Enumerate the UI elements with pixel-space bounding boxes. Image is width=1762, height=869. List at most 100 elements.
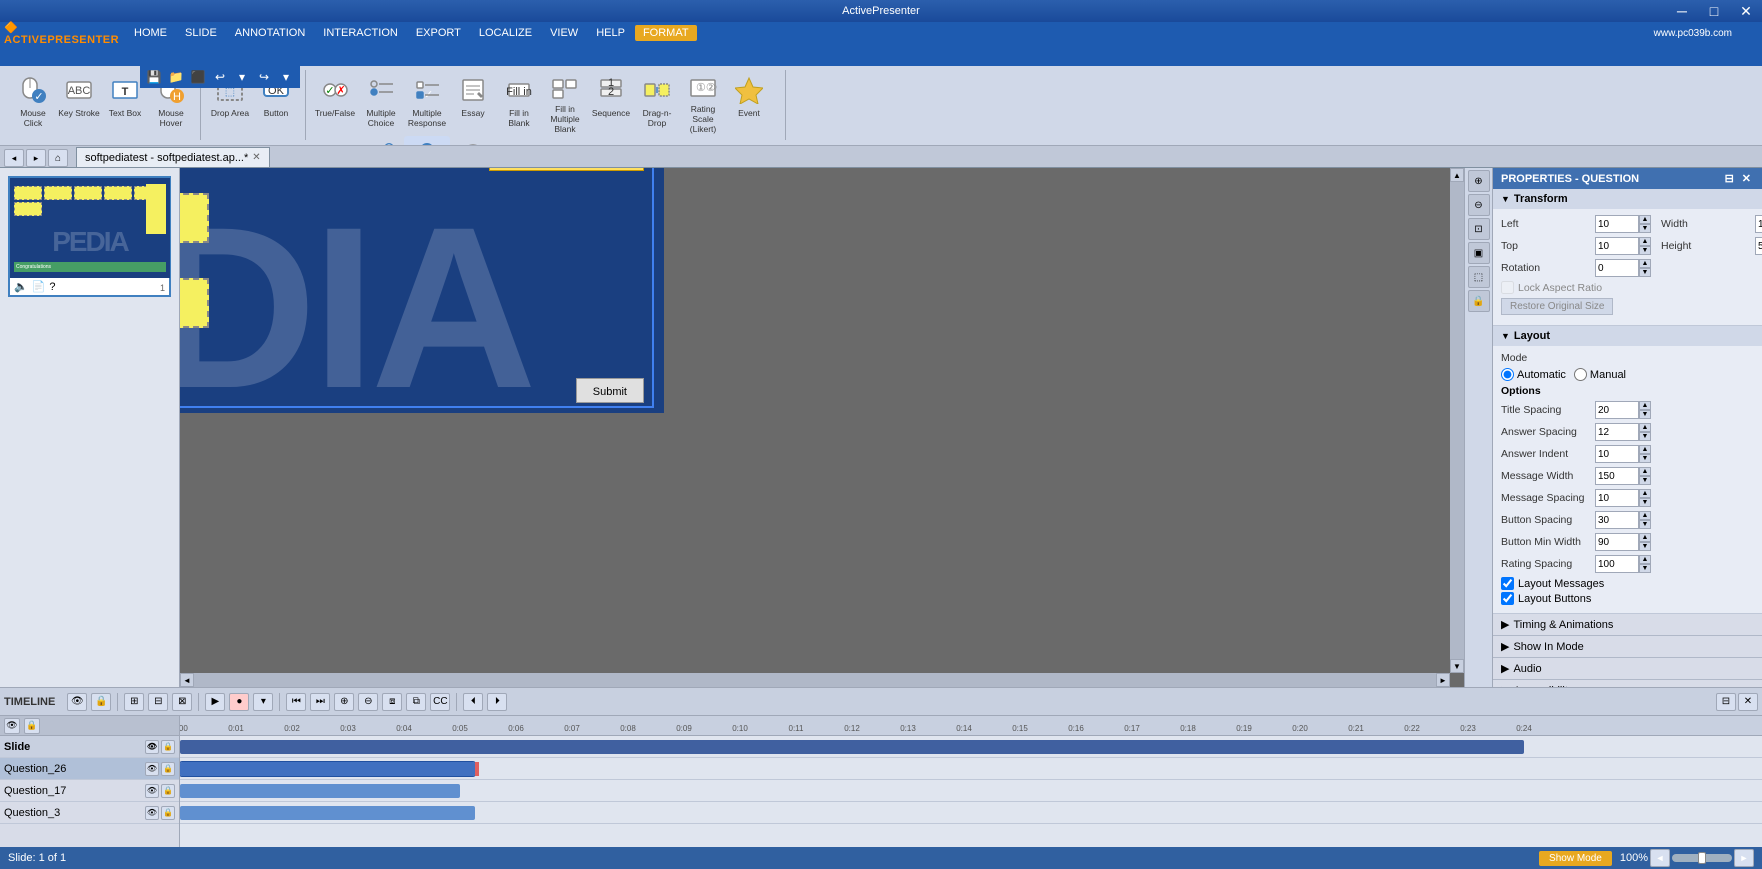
file-tab-close[interactable]: ✕ (252, 152, 260, 163)
tl-next-button[interactable]: ⏭ (310, 693, 330, 711)
left-input[interactable] (1595, 215, 1639, 233)
manual-option[interactable]: Manual (1574, 368, 1626, 381)
tl-fit-button[interactable]: ⊠ (172, 693, 192, 711)
tl-back-button[interactable]: ⏴ (463, 693, 483, 711)
tl-remove-button[interactable]: ⊖ (358, 693, 378, 711)
tl-caption-button[interactable]: CC (430, 693, 450, 711)
lock-aspect-checkbox[interactable] (1501, 281, 1514, 294)
menu-localize[interactable]: LOCALIZE (471, 25, 540, 41)
question-answer-tool[interactable]: ?✓ Question Answer (404, 136, 450, 146)
multiple-response-tool[interactable]: ✓ Multiple Response (404, 70, 450, 136)
zoom-out-button[interactable]: ⊖ (1468, 194, 1490, 216)
rotation-up[interactable]: ▲ (1639, 259, 1651, 268)
tl-eye-all[interactable]: 👁 (4, 718, 20, 734)
top-input[interactable] (1595, 237, 1639, 255)
audio-section[interactable]: ▶ Audio (1493, 658, 1762, 680)
bs-up[interactable]: ▲ (1639, 511, 1651, 520)
open-button[interactable]: 📁 (166, 68, 186, 86)
as-up[interactable]: ▲ (1639, 423, 1651, 432)
manual-radio[interactable] (1574, 368, 1587, 381)
top-down[interactable]: ▼ (1639, 246, 1651, 255)
canvas-scroll-h[interactable]: ◄ ► (180, 673, 1450, 687)
zoom-in-button[interactable]: ⊕ (1468, 170, 1490, 192)
show-in-mode-section[interactable]: ▶ Show In Mode (1493, 636, 1762, 658)
bmw-down[interactable]: ▼ (1639, 542, 1651, 551)
ai-down[interactable]: ▼ (1639, 454, 1651, 463)
view-button[interactable]: ▣ (1468, 242, 1490, 264)
fill-multiple-tool[interactable]: Fill in Multiple Blank (542, 70, 588, 136)
tab-next-button[interactable]: ▸ (26, 149, 46, 167)
pin-float-button[interactable]: ⊟ (1722, 172, 1737, 185)
tl-lock-button[interactable]: 🔒 (91, 693, 111, 711)
scroll-left-button[interactable]: ◄ (180, 673, 194, 687)
tl-close-button[interactable]: ✕ (1738, 693, 1758, 711)
tl-q26-bar[interactable] (180, 762, 475, 776)
automatic-radio[interactable] (1501, 368, 1514, 381)
rs-up[interactable]: ▲ (1639, 555, 1651, 564)
ms-up[interactable]: ▲ (1639, 489, 1651, 498)
tl-lock-all[interactable]: 🔒 (24, 718, 40, 734)
message-tool[interactable]: Message (312, 136, 358, 146)
title-spacing-input[interactable] (1595, 401, 1639, 419)
rotation-input[interactable] (1595, 259, 1639, 277)
menu-help[interactable]: HELP (588, 25, 633, 41)
fit-button[interactable]: ⊡ (1468, 218, 1490, 240)
menu-view[interactable]: VIEW (542, 25, 586, 41)
tl-track-q26[interactable]: Question_26 👁 🔒 (0, 758, 179, 780)
undo-button[interactable]: ↩ (210, 68, 230, 86)
scroll-right-button[interactable]: ► (1436, 673, 1450, 687)
timeline-ruler[interactable]: 0:00 0:01 0:02 0:03 0:04 0:05 0:06 0:07 … (180, 716, 1762, 847)
tl-record-dropdown[interactable]: ▾ (253, 693, 273, 711)
ts-up[interactable]: ▲ (1639, 401, 1651, 410)
tab-home-button[interactable]: ⌂ (48, 149, 68, 167)
button-min-width-input[interactable] (1595, 533, 1639, 551)
ai-up[interactable]: ▲ (1639, 445, 1651, 454)
canvas-scroll-v[interactable]: ▲ ▼ (1450, 168, 1464, 673)
track-q26-eye[interactable]: 👁 (145, 762, 159, 776)
as-down[interactable]: ▼ (1639, 432, 1651, 441)
track-slide-lock[interactable]: 🔒 (161, 740, 175, 754)
zoom-decrease-button[interactable]: ◄ (1650, 849, 1670, 867)
tl-collapse-button[interactable]: ⊟ (1716, 693, 1736, 711)
layout-buttons-checkbox[interactable] (1501, 592, 1514, 605)
redo-dropdown[interactable]: ▾ (276, 68, 296, 86)
drop-target-3[interactable]: Drop Target (180, 193, 209, 243)
ts-down[interactable]: ▼ (1639, 410, 1651, 419)
bs-down[interactable]: ▼ (1639, 520, 1651, 529)
fill-blank-tool[interactable]: Fill in Fill in Blank (496, 70, 542, 136)
question-object-tool[interactable]: ? Question Object (450, 136, 496, 146)
accessibility-section[interactable]: ▶ Accessibility (1493, 680, 1762, 687)
layout-header[interactable]: ▼ Layout (1493, 326, 1762, 346)
menu-export[interactable]: EXPORT (408, 25, 469, 41)
track-q17-eye[interactable]: 👁 (145, 784, 159, 798)
menu-format[interactable]: FORMAT (635, 25, 697, 41)
multiple-choice-tool[interactable]: Multiple Choice (358, 70, 404, 136)
essay-tool[interactable]: Essay (450, 70, 496, 136)
zoom-increase-button[interactable]: ► (1734, 849, 1754, 867)
bmw-up[interactable]: ▲ (1639, 533, 1651, 542)
true-false-tool[interactable]: ✓✗ True/False (312, 70, 358, 136)
track-q3-lock[interactable]: 🔒 (161, 806, 175, 820)
left-up[interactable]: ▲ (1639, 215, 1651, 224)
question-button-tool[interactable]: OK? Question Button (358, 136, 404, 146)
tl-slide-bar[interactable] (180, 740, 1524, 754)
close-button[interactable]: ✕ (1730, 0, 1762, 22)
pin-close-button[interactable]: ✕ (1739, 172, 1754, 185)
track-q26-lock[interactable]: 🔒 (161, 762, 175, 776)
tl-split-button[interactable]: ⊞ (124, 693, 144, 711)
redo-button[interactable]: ↪ (254, 68, 274, 86)
top-up[interactable]: ▲ (1639, 237, 1651, 246)
rotation-down[interactable]: ▼ (1639, 268, 1651, 277)
tl-add-button[interactable]: ⊕ (334, 693, 354, 711)
rating-scale-tool[interactable]: ①②③④ Rating Scale (Likert) (680, 70, 726, 136)
save2-button[interactable]: ⬛ (188, 68, 208, 86)
menu-home[interactable]: HOME (126, 25, 175, 41)
maximize-button[interactable]: □ (1698, 0, 1730, 22)
tl-show-button[interactable]: ⊟ (148, 693, 168, 711)
height-input[interactable] (1755, 237, 1762, 255)
timing-animations-section[interactable]: ▶ Timing & Animations (1493, 614, 1762, 636)
tl-track-q3[interactable]: Question_3 👁 🔒 (0, 802, 179, 824)
tl-eye-button[interactable]: 👁 (67, 693, 87, 711)
scroll-up-button[interactable]: ▲ (1450, 168, 1464, 182)
message-spacing-input[interactable] (1595, 489, 1639, 507)
